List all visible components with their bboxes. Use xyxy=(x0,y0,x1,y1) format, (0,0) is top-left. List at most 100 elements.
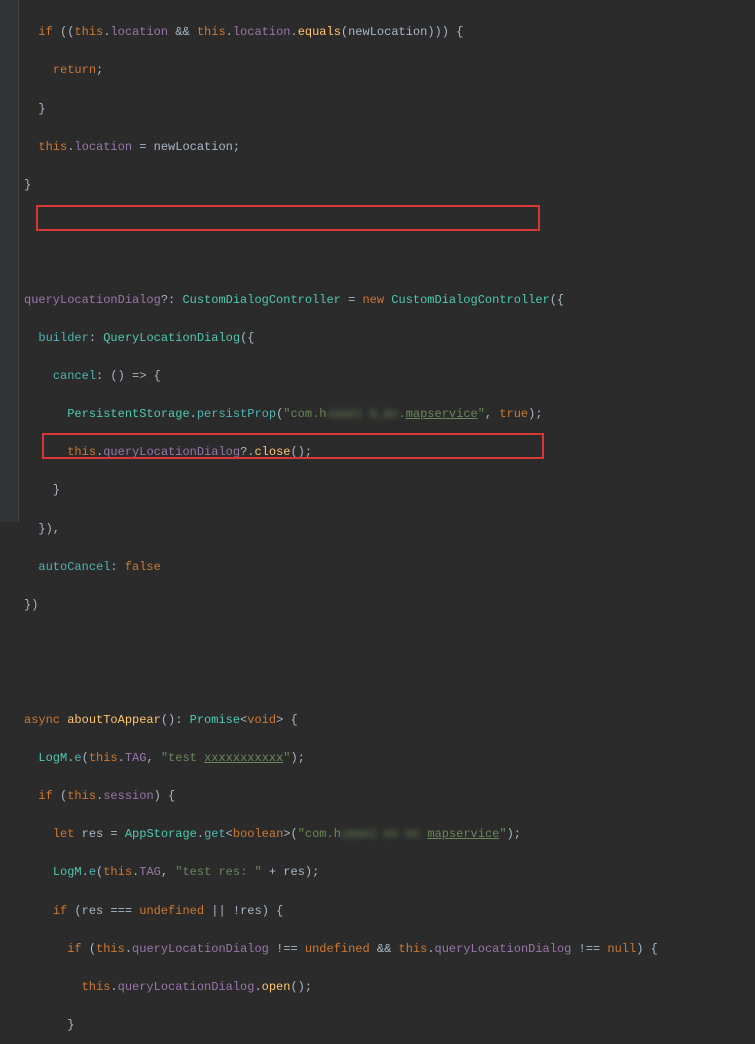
param: newLocation xyxy=(348,25,427,39)
string: mapservice xyxy=(427,827,499,841)
keyword-new: new xyxy=(362,293,384,307)
obscured-text: uawei ms ms xyxy=(341,827,420,841)
field: queryLocationDialog xyxy=(118,980,255,994)
code-line: return; xyxy=(24,61,755,80)
method: equals xyxy=(298,25,341,39)
code-line: queryLocationDialog?: CustomDialogContro… xyxy=(24,291,755,310)
type: LogM xyxy=(38,751,67,765)
method: open xyxy=(262,980,291,994)
type: CustomDialogController xyxy=(391,293,549,307)
method: close xyxy=(254,445,290,459)
obscured-text: uawei m_ms xyxy=(326,407,398,421)
keyword-if: if xyxy=(53,904,67,918)
code-line xyxy=(24,672,755,691)
type: CustomDialogController xyxy=(182,293,340,307)
keyword-this: this xyxy=(38,140,67,154)
method: e xyxy=(74,751,81,765)
keyword-return: return xyxy=(53,63,96,77)
var: res xyxy=(283,865,305,879)
code-line: this.queryLocationDialog.open(); xyxy=(24,978,755,997)
keyword-void: void xyxy=(247,713,276,727)
keyword-this: this xyxy=(103,865,132,879)
gutter xyxy=(0,0,19,522)
string: "com.h xyxy=(298,827,341,841)
code-line: async aboutToAppear(): Promise<void> { xyxy=(24,711,755,730)
code-line: } xyxy=(24,176,755,195)
code-line: PersistentStorage.persistProp("com.huawe… xyxy=(24,405,755,424)
operator: && xyxy=(175,25,189,39)
field: queryLocationDialog xyxy=(103,445,240,459)
keyword-true: true xyxy=(499,407,528,421)
type: LogM xyxy=(53,865,82,879)
code-line xyxy=(24,214,755,233)
string: "com.h xyxy=(283,407,326,421)
code-line: } xyxy=(24,100,755,119)
keyword-if: if xyxy=(38,25,52,39)
code-line: LogM.e(this.TAG, "test res: " + res); xyxy=(24,863,755,882)
keyword-this: this xyxy=(82,980,111,994)
keyword-undefined: undefined xyxy=(139,904,204,918)
param: newLocation xyxy=(154,140,233,154)
prop: autoCancel xyxy=(38,560,110,574)
type: AppStorage xyxy=(125,827,197,841)
keyword-this: this xyxy=(96,942,125,956)
field: location xyxy=(110,25,168,39)
keyword-this: this xyxy=(67,789,96,803)
field: queryLocationDialog xyxy=(132,942,269,956)
string: "test xyxy=(161,751,204,765)
var: res xyxy=(82,827,104,841)
type: boolean xyxy=(233,827,283,841)
field: location xyxy=(233,25,291,39)
method: aboutToAppear xyxy=(67,713,161,727)
string: xxxxxxxxxxx xyxy=(204,751,283,765)
keyword-if: if xyxy=(67,942,81,956)
prop: builder xyxy=(38,331,88,345)
code-line xyxy=(24,252,755,271)
field: location xyxy=(74,140,132,154)
keyword-async: async xyxy=(24,713,60,727)
var: res xyxy=(240,904,262,918)
keyword-undefined: undefined xyxy=(305,942,370,956)
method: e xyxy=(89,865,96,879)
operator: ! xyxy=(233,904,240,918)
var: res xyxy=(82,904,104,918)
string: " xyxy=(283,751,290,765)
code-line: }), xyxy=(24,520,755,539)
code-line: this.location = newLocation; xyxy=(24,138,755,157)
keyword-if: if xyxy=(38,789,52,803)
code-line: if (res === undefined || !res) { xyxy=(24,902,755,921)
code-line: LogM.e(this.TAG, "test xxxxxxxxxxx"); xyxy=(24,749,755,768)
keyword-false: false xyxy=(125,560,161,574)
field: queryLocationDialog xyxy=(24,293,161,307)
field: queryLocationDialog xyxy=(435,942,572,956)
field: TAG xyxy=(125,751,147,765)
string: . xyxy=(399,407,406,421)
string: "test res: " xyxy=(175,865,261,879)
code-line: this.queryLocationDialog?.close(); xyxy=(24,443,755,462)
field: TAG xyxy=(139,865,161,879)
prop: cancel xyxy=(53,369,96,383)
code-line: builder: QueryLocationDialog({ xyxy=(24,329,755,348)
code-line: autoCancel: false xyxy=(24,558,755,577)
type: PersistentStorage xyxy=(67,407,189,421)
keyword-this: this xyxy=(399,942,428,956)
code-line: } xyxy=(24,481,755,500)
code-line: if ((this.location && this.location.equa… xyxy=(24,23,755,42)
code-line: cancel: () => { xyxy=(24,367,755,386)
code-editor[interactable]: if ((this.location && this.location.equa… xyxy=(0,0,755,1044)
type: QueryLocationDialog xyxy=(103,331,240,345)
field: session xyxy=(103,789,153,803)
code-line: }) xyxy=(24,596,755,615)
keyword-this: this xyxy=(74,25,103,39)
type: Promise xyxy=(190,713,240,727)
keyword-this: this xyxy=(197,25,226,39)
keyword-this: this xyxy=(89,751,118,765)
method: get xyxy=(204,827,226,841)
code-line: let res = AppStorage.get<boolean>("com.h… xyxy=(24,825,755,844)
method: persistProp xyxy=(197,407,276,421)
string: mapservice xyxy=(406,407,478,421)
keyword-null: null xyxy=(607,942,636,956)
keyword-let: let xyxy=(53,827,75,841)
code-line: } xyxy=(24,1016,755,1035)
code-line: if (this.queryLocationDialog !== undefin… xyxy=(24,940,755,959)
